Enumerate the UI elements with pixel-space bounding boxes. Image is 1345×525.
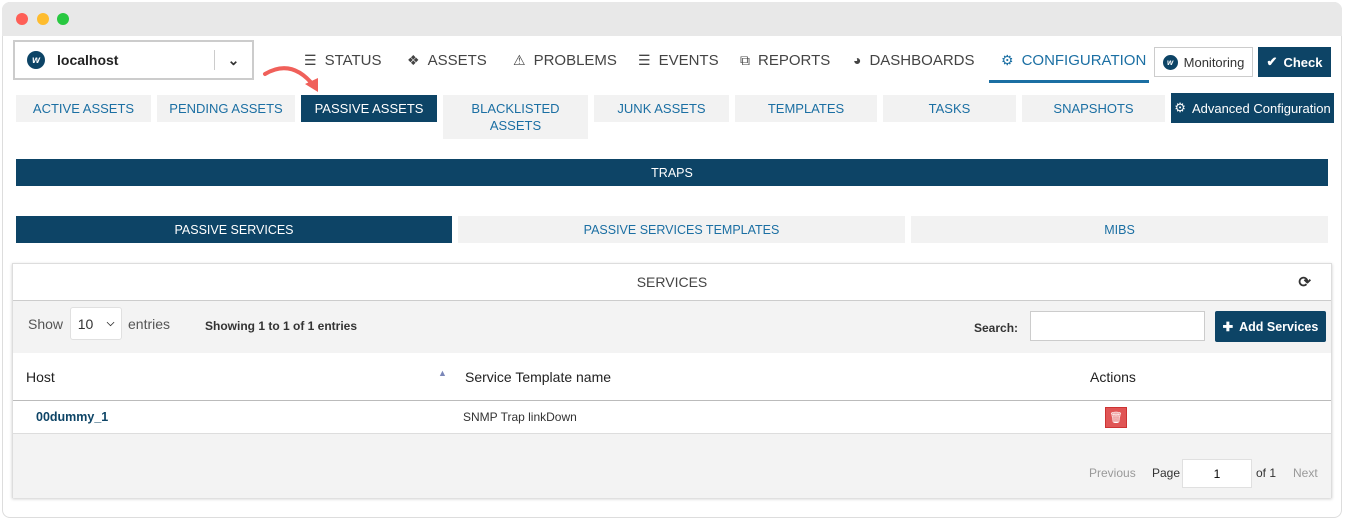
nav-status[interactable]: ☰ STATUS <box>304 50 382 70</box>
database-icon: ☰ <box>638 51 651 68</box>
add-services-label: Add Services <box>1239 319 1319 334</box>
nav-label: DASHBOARDS <box>869 51 975 69</box>
tab-tasks[interactable]: TASKS <box>883 95 1016 122</box>
tab-passive-assets[interactable]: PASSIVE ASSETS <box>301 95 437 122</box>
column-host[interactable]: Host <box>26 369 55 385</box>
monitoring-button[interactable]: w Monitoring <box>1154 47 1253 77</box>
chevron-down-icon: ⌵ <box>106 318 115 329</box>
gears-icon: ⚙ <box>1174 100 1186 115</box>
window-titlebar <box>2 2 1342 36</box>
tab-active-assets[interactable]: ACTIVE ASSETS <box>16 95 151 122</box>
nav-label: STATUS <box>324 51 382 69</box>
subtab-mibs[interactable]: MIBS <box>911 216 1328 243</box>
warning-icon: ⚠ <box>513 51 526 68</box>
subtab-passive-services-templates[interactable]: PASSIVE SERVICES TEMPLATES <box>458 216 905 243</box>
logo-icon: w <box>27 51 45 69</box>
traps-bar[interactable]: TRAPS <box>16 159 1328 186</box>
cubes-icon: ❖ <box>407 51 420 68</box>
host-link[interactable]: 00dummy_1 <box>36 410 108 424</box>
page-size-select[interactable]: 10 ⌵ <box>70 307 122 340</box>
active-nav-underline <box>989 80 1149 83</box>
column-service-template[interactable]: Service Template name <box>465 369 611 385</box>
nav-problems[interactable]: ⚠ PROBLEMS <box>513 50 617 70</box>
services-panel: SERVICES ⟳ Show 10 ⌵ entries Showing 1 to… <box>12 263 1332 498</box>
nav-label: EVENTS <box>658 51 719 69</box>
service-template-cell: SNMP Trap linkDown <box>463 410 577 424</box>
panel-title: SERVICES <box>13 264 1331 301</box>
table-header: Host ▲ Service Template name Actions <box>13 353 1331 401</box>
nav-configuration[interactable]: ⚙ CONFIGURATION <box>1001 50 1146 70</box>
gauge-icon: ◕ <box>853 52 862 68</box>
tab-pending-assets[interactable]: PENDING ASSETS <box>157 95 295 122</box>
next-button[interactable]: Next <box>1293 466 1318 480</box>
check-button[interactable]: ✔ Check <box>1258 47 1331 77</box>
previous-button[interactable]: Previous <box>1089 466 1136 480</box>
minimize-window-button[interactable] <box>37 13 49 25</box>
tab-templates[interactable]: TEMPLATES <box>735 95 877 122</box>
delete-button[interactable]: 🗑 <box>1105 407 1127 428</box>
add-services-button[interactable]: ✚ Add Services <box>1215 311 1326 342</box>
check-label: Check <box>1283 54 1323 70</box>
nav-reports[interactable]: ⧉ REPORTS <box>740 50 830 70</box>
page-label: Page <box>1152 466 1181 480</box>
plus-icon: ✚ <box>1222 320 1234 334</box>
tab-junk-assets[interactable]: JUNK ASSETS <box>594 95 729 122</box>
nav-label: ASSETS <box>427 51 487 69</box>
advanced-configuration-label: Advanced Configuration <box>1191 100 1331 116</box>
subtab-passive-services[interactable]: PASSIVE SERVICES <box>16 216 452 243</box>
gear-icon: ⚙ <box>1001 51 1014 68</box>
show-label: Show <box>28 316 64 332</box>
page-size-value: 10 <box>77 315 94 332</box>
table-toolbar: Show 10 ⌵ entries Showing 1 to 1 of 1 ent… <box>13 301 1331 353</box>
host-selector[interactable]: w localhost ⌄ <box>13 40 254 80</box>
sort-asc-icon[interactable]: ▲ <box>438 368 447 378</box>
chevron-down-icon[interactable]: ⌄ <box>215 52 252 69</box>
nav-dashboards[interactable]: ◕ DASHBOARDS <box>853 50 975 70</box>
tab-snapshots[interactable]: SNAPSHOTS <box>1022 95 1165 122</box>
nav-label: PROBLEMS <box>533 51 617 69</box>
close-window-button[interactable] <box>16 13 28 25</box>
logo-icon: w <box>1162 54 1178 70</box>
refresh-icon[interactable]: ⟳ <box>1298 273 1311 291</box>
check-circle-icon: ✔ <box>1266 54 1278 69</box>
entries-label: entries <box>128 316 171 332</box>
tab-blacklisted-assets[interactable]: BLACKLISTED ASSETS <box>443 95 588 139</box>
table-row: 00dummy_1 SNMP Trap linkDown 🗑 <box>13 401 1331 434</box>
nav-events[interactable]: ☰ EVENTS <box>638 50 719 70</box>
page-number-input[interactable] <box>1182 459 1252 488</box>
nav-label: REPORTS <box>758 51 831 69</box>
trash-icon: 🗑 <box>1109 412 1123 424</box>
table-footer: Previous Page of 1 Next <box>13 434 1331 498</box>
column-actions: Actions <box>1090 369 1136 385</box>
nav-assets[interactable]: ❖ ASSETS <box>407 50 487 70</box>
search-input[interactable] <box>1030 311 1205 341</box>
maximize-window-button[interactable] <box>57 13 69 25</box>
page-total: of 1 <box>1256 466 1277 480</box>
host-selector-value: localhost <box>57 52 119 68</box>
list-icon: ☰ <box>304 51 317 68</box>
monitoring-label: Monitoring <box>1183 54 1245 70</box>
copy-icon: ⧉ <box>740 51 750 68</box>
search-label: Search: <box>974 321 1019 335</box>
nav-label: CONFIGURATION <box>1021 51 1147 69</box>
advanced-configuration-button[interactable]: ⚙ Advanced Configuration <box>1171 93 1334 123</box>
entries-info: Showing 1 to 1 of 1 entries <box>205 319 358 333</box>
